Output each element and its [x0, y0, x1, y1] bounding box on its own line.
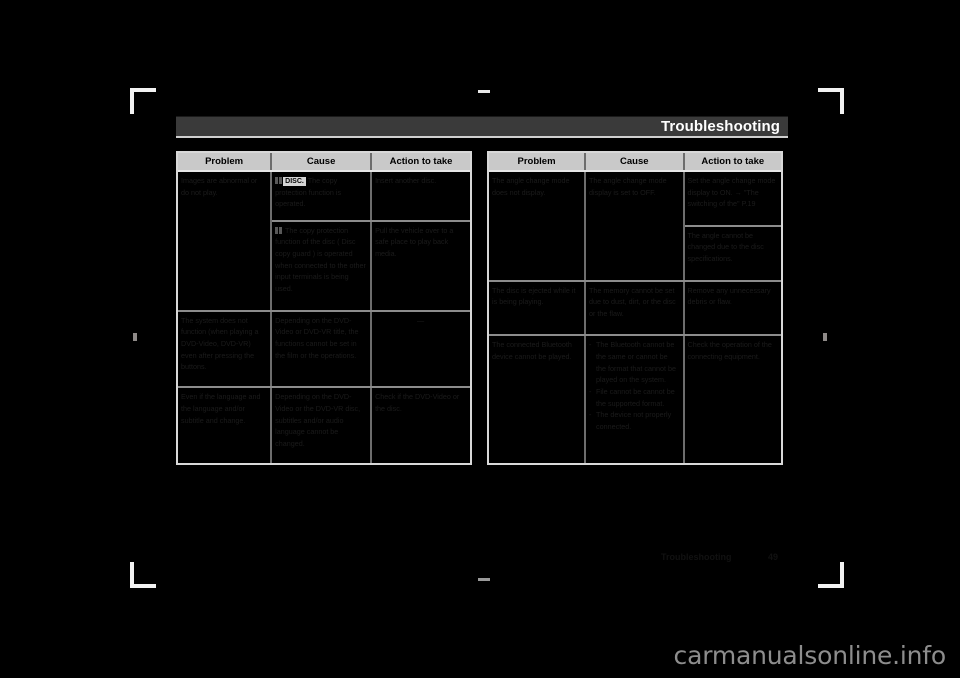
cell-cause: The memory cannot be set due to dust, di… — [585, 280, 685, 337]
table-row: The angle change mode does not display. … — [489, 171, 781, 282]
crop-mark-top-right — [818, 88, 844, 114]
cell-problem: Images are abnormal or do not play. — [178, 171, 273, 312]
table-header-row: Problem Cause Action to take — [178, 153, 470, 172]
cell-problem: The system does not function (when playi… — [178, 310, 273, 389]
cell-problem: The disc is ejected while it is being pl… — [489, 280, 587, 337]
list-item: The Bluetooth cannot be the same or cann… — [589, 339, 678, 386]
disc-bar-glyph — [275, 226, 279, 234]
cell-action: Check the operation of the connecting eq… — [683, 335, 781, 463]
cell-cause: Depending on the DVD-Video or DVD-VR tit… — [271, 310, 373, 389]
crop-mark-bottom-left — [130, 562, 156, 588]
disc-bar-glyph — [279, 226, 283, 234]
cell-action: Remove any unnecessary debris or flaw. — [683, 280, 781, 337]
site-watermark: carmanualsonline.info — [673, 641, 947, 670]
cell-cause: Depending on the DVD-Video or the DVD-VR… — [271, 387, 373, 463]
disc-chip: DISC. — [283, 177, 306, 187]
crop-mark-bottom-right — [818, 562, 844, 588]
disc-bar-glyph — [279, 177, 283, 184]
footer-page-number: 49 — [768, 552, 779, 562]
cell-cause: The angle change mode display is set to … — [585, 171, 685, 282]
table-row: The system does not function (when playi… — [178, 310, 470, 389]
troubleshooting-table-right: Problem Cause Action to take The angle c… — [487, 151, 783, 465]
table-row: Images are abnormal or do not play. DISC… — [178, 171, 470, 312]
cell-action: The angle cannot be changed due to the d… — [683, 225, 781, 282]
registration-tick-top — [478, 90, 490, 93]
cell-cause: The Bluetooth cannot be the same or cann… — [585, 335, 685, 463]
cell-action: Set the angle change mode display to ON.… — [683, 171, 781, 227]
column-header-cause: Cause — [585, 153, 685, 172]
column-header-problem: Problem — [489, 153, 587, 172]
table-header-row: Problem Cause Action to take — [489, 153, 781, 172]
section-title-bar: Troubleshooting — [176, 116, 788, 138]
registration-tick-left — [133, 333, 137, 341]
registration-tick-bottom — [478, 578, 490, 581]
footer-section-label: Troubleshooting — [661, 552, 732, 562]
column-header-action: Action to take — [683, 153, 781, 172]
column-header-action: Action to take — [371, 153, 470, 172]
column-header-problem: Problem — [178, 153, 273, 172]
list-item: File cannot be cannot be the supported f… — [589, 386, 678, 409]
cell-cause: The copy protection function of the disc… — [271, 220, 373, 312]
cell-problem: The connected Bluetooth device cannot be… — [489, 335, 587, 463]
page-title: Troubleshooting — [661, 118, 780, 135]
registration-tick-right — [823, 333, 827, 341]
table-row: The connected Bluetooth device cannot be… — [489, 335, 781, 463]
cell-action: Pull the vehicle over to a safe place to… — [371, 220, 470, 312]
cause-bullet-list: The Bluetooth cannot be the same or cann… — [589, 339, 678, 432]
page-footer: Troubleshooting 49 — [176, 552, 788, 570]
manual-page: Troubleshooting Problem Cause Action to … — [0, 0, 960, 678]
troubleshooting-table-left: Problem Cause Action to take Images are … — [176, 151, 472, 465]
cell-action: Check if the DVD-Video or the disc. — [371, 387, 470, 463]
disc-bar-glyph — [275, 177, 279, 184]
cell-cause-text: The copy protection function of the disc… — [275, 225, 366, 293]
cell-problem: Even if the language and the language an… — [178, 387, 273, 463]
table-row: Even if the language and the language an… — [178, 387, 470, 463]
cell-cause: DISC. The copy protection function is op… — [271, 171, 373, 222]
crop-mark-top-left — [130, 88, 156, 114]
column-header-cause: Cause — [271, 153, 373, 172]
cell-action: — — [371, 310, 470, 389]
cell-problem: The angle change mode does not display. — [489, 171, 587, 282]
table-row: The disc is ejected while it is being pl… — [489, 280, 781, 337]
cell-action: Insert another disc. — [371, 171, 470, 222]
list-item: The device not properly connected. — [589, 409, 678, 432]
